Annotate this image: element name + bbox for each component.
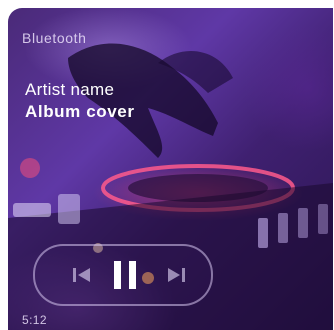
- skip-previous-icon: [73, 268, 90, 282]
- album-title: Album cover: [25, 102, 135, 121]
- bluetooth-status-label: Bluetooth: [22, 30, 87, 46]
- previous-track-button[interactable]: [69, 246, 95, 304]
- artist-name: Artist name: [25, 80, 115, 99]
- pause-button[interactable]: [109, 246, 141, 304]
- playback-controls: [33, 244, 213, 306]
- skip-next-icon: [168, 268, 185, 282]
- pause-icon: [114, 261, 136, 289]
- media-player-screen: Bluetooth Artist name Album cover 5:12: [8, 8, 333, 330]
- next-track-button[interactable]: [163, 246, 189, 304]
- elapsed-time: 5:12: [22, 313, 47, 327]
